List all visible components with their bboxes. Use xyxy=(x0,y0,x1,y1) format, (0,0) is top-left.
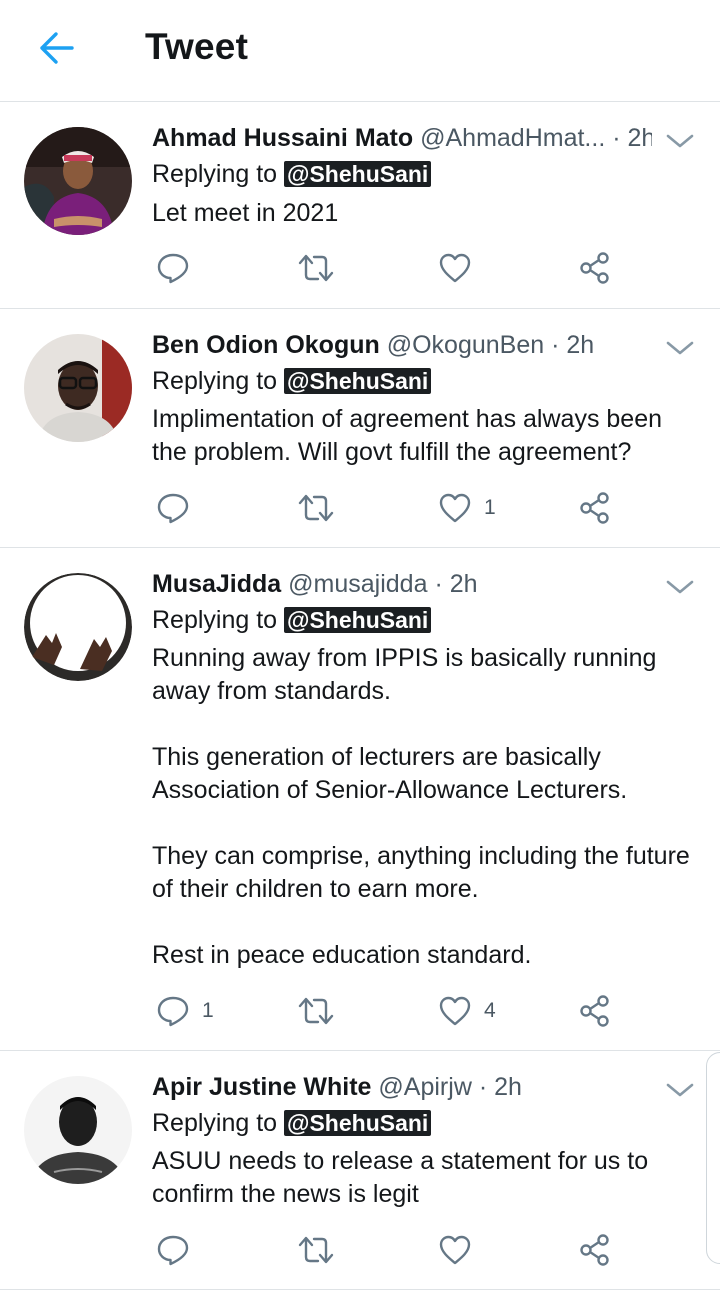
chevron-down-icon xyxy=(666,580,694,594)
replying-to: Replying to @ShehuSani xyxy=(152,1109,432,1138)
tweet-time: 2h xyxy=(494,1073,522,1101)
share-button[interactable] xyxy=(578,248,612,288)
back-button[interactable] xyxy=(36,30,76,66)
reply-icon xyxy=(157,253,189,284)
tweet-item[interactable]: MusaJidda @musajidda · 2h Replying to @S… xyxy=(0,548,720,1051)
replying-to: Replying to @ShehuSani xyxy=(152,606,432,635)
tweet-time: 2h xyxy=(627,124,653,152)
tweet-author-name[interactable]: Ahmad Hussaini Mato xyxy=(152,124,413,152)
top-bar: Tweet xyxy=(0,0,720,102)
tweet-menu-button[interactable] xyxy=(664,1078,696,1102)
share-button[interactable] xyxy=(578,488,612,528)
retweet-icon xyxy=(298,997,334,1025)
retweet-icon xyxy=(298,254,334,282)
retweet-button[interactable] xyxy=(296,488,336,528)
chevron-down-icon xyxy=(666,134,694,148)
replying-label: Replying to xyxy=(152,367,278,395)
tweet-time: 2h xyxy=(449,570,478,598)
retweet-icon xyxy=(298,494,334,522)
separator-dot: · xyxy=(612,124,628,152)
replying-to: Replying to @ShehuSani xyxy=(152,367,432,396)
like-count: 4 xyxy=(484,999,496,1022)
tweet-item[interactable]: Ahmad Hussaini Mato @AhmadHmat... · 2h R… xyxy=(0,102,720,309)
heart-icon xyxy=(439,493,471,523)
retweet-button[interactable] xyxy=(296,991,336,1031)
heart-icon xyxy=(439,996,471,1026)
mention-link[interactable]: @ShehuSani xyxy=(284,1110,432,1136)
tweet-text: Running away from IPPIS is basically run… xyxy=(152,644,690,969)
tweet-author-name[interactable]: MusaJidda xyxy=(152,570,281,598)
heart-icon xyxy=(439,253,471,283)
mention-link[interactable]: @ShehuSani xyxy=(284,607,432,633)
reply-icon xyxy=(157,493,189,524)
reply-icon xyxy=(157,1235,189,1266)
tweet-author-handle[interactable]: @AhmadHmat... xyxy=(420,124,605,152)
reply-button[interactable] xyxy=(156,248,202,288)
share-button[interactable] xyxy=(578,1230,612,1270)
separator-dot: · xyxy=(551,331,567,359)
retweet-button[interactable] xyxy=(296,248,336,288)
share-icon xyxy=(580,492,609,524)
scroll-handle[interactable] xyxy=(706,1052,720,1264)
like-button[interactable]: 4 xyxy=(438,991,496,1031)
reply-button[interactable]: 1 xyxy=(156,991,214,1031)
share-icon xyxy=(580,252,609,284)
tweet-menu-button[interactable] xyxy=(664,575,696,599)
like-button[interactable] xyxy=(438,248,484,288)
page-title: Tweet xyxy=(145,26,249,67)
tweet-author-handle[interactable]: @musajidda xyxy=(288,570,427,598)
tweet-item[interactable]: Apir Justine White @Apirjw · 2h Replying… xyxy=(0,1051,720,1290)
like-count: 1 xyxy=(484,496,496,519)
tweet-time: 2h xyxy=(566,331,595,359)
replying-label: Replying to xyxy=(152,606,278,634)
mention-link[interactable]: @ShehuSani xyxy=(284,368,432,394)
arrow-left-icon xyxy=(40,32,74,64)
retweet-icon xyxy=(298,1236,334,1264)
avatar[interactable] xyxy=(24,334,132,442)
tweet-text: Let meet in 2021 xyxy=(152,199,339,227)
chevron-down-icon xyxy=(666,1083,694,1097)
tweet-item[interactable]: Ben Odion Okogun @OkogunBen · 2h Replyin… xyxy=(0,309,720,548)
share-button[interactable] xyxy=(578,991,612,1031)
like-button[interactable]: 1 xyxy=(438,488,496,528)
reply-button[interactable] xyxy=(156,488,202,528)
replying-to: Replying to @ShehuSani xyxy=(152,160,432,189)
heart-icon xyxy=(439,1235,471,1265)
separator-dot: · xyxy=(434,570,450,598)
avatar[interactable] xyxy=(24,573,132,681)
mention-link[interactable]: @ShehuSani xyxy=(284,161,432,187)
replying-label: Replying to xyxy=(152,160,278,188)
retweet-button[interactable] xyxy=(296,1230,336,1270)
tweet-text: Implimentation of agreement has always b… xyxy=(152,405,663,466)
tweet-menu-button[interactable] xyxy=(664,336,696,360)
separator-dot: · xyxy=(478,1073,495,1101)
avatar[interactable] xyxy=(24,127,132,235)
share-icon xyxy=(580,995,609,1027)
tweet-author-name[interactable]: Apir Justine White xyxy=(152,1073,371,1101)
reply-count: 1 xyxy=(202,999,214,1022)
tweet-author-handle[interactable]: @OkogunBen xyxy=(387,331,544,359)
tweet-menu-button[interactable] xyxy=(664,129,696,153)
chevron-down-icon xyxy=(666,341,694,355)
replying-label: Replying to xyxy=(152,1109,278,1137)
like-button[interactable] xyxy=(438,1230,484,1270)
avatar[interactable] xyxy=(24,1076,132,1184)
tweet-text: ASUU needs to release a statement for us… xyxy=(152,1147,649,1208)
share-icon xyxy=(580,1234,609,1266)
reply-icon xyxy=(157,996,189,1027)
tweet-author-name[interactable]: Ben Odion Okogun xyxy=(152,331,380,359)
tweet-author-handle[interactable]: @Apirjw xyxy=(378,1073,471,1101)
reply-button[interactable] xyxy=(156,1230,202,1270)
